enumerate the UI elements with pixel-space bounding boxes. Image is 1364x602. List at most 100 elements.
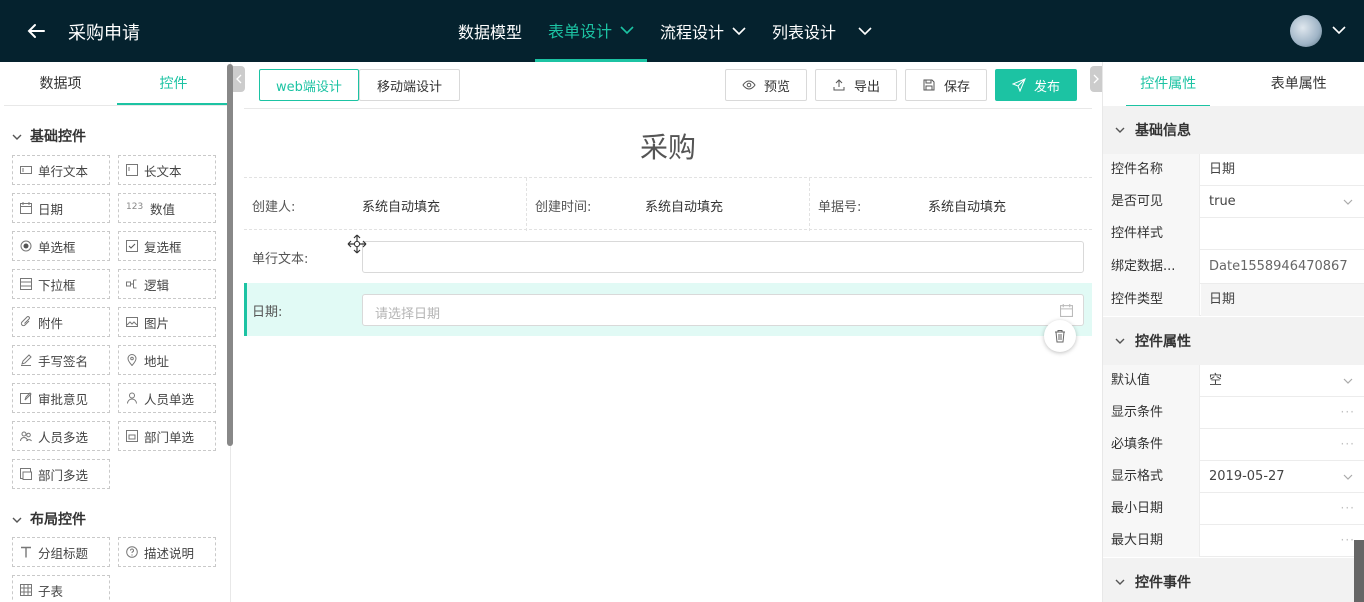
more-icon[interactable]: ··· — [1341, 501, 1355, 515]
default-value-select[interactable]: 空 — [1201, 365, 1364, 397]
control-group-title[interactable]: 分组标题 — [12, 537, 110, 567]
prop-label: 控件类型 — [1103, 284, 1200, 316]
control-radio[interactable]: 单选框 — [12, 231, 110, 261]
control-number[interactable]: 123 数值 — [118, 193, 216, 223]
form-title[interactable]: 采购 — [244, 126, 1092, 166]
control-users-multi[interactable]: 人员多选 — [12, 421, 110, 451]
prop-row-max-date: 最大日期 ··· — [1103, 525, 1364, 557]
control-name-input[interactable]: 日期 — [1201, 154, 1364, 186]
control-user-single[interactable]: 人员单选 — [118, 383, 216, 413]
control-department-single[interactable]: 部门单选 — [118, 421, 216, 451]
field-single-line-text[interactable]: 单行文本: — [244, 230, 1092, 283]
info-value: 系统自动填充 — [362, 200, 441, 215]
system-info-row[interactable]: 创建人: 系统自动填充 创建时间: 系统自动填充 单据号: 系统自动填充 — [244, 177, 1092, 231]
control-subtable[interactable]: 子表 — [12, 575, 110, 602]
publish-label: 发布 — [1033, 79, 1060, 95]
more-icon[interactable]: ··· — [1341, 533, 1355, 547]
collapse-right-handle[interactable] — [1090, 66, 1102, 92]
chevron-down-icon[interactable] — [1332, 25, 1346, 35]
web-design-button[interactable]: web端设计 — [259, 69, 359, 101]
publish-button[interactable]: 发布 — [995, 69, 1077, 101]
trash-icon — [1055, 330, 1065, 343]
department-multi-icon — [20, 468, 32, 480]
tab-controls[interactable]: 控件 — [117, 62, 230, 105]
back-arrow-icon[interactable] — [24, 19, 48, 43]
prop-row-min-date: 最小日期 ··· — [1103, 493, 1364, 525]
control-label: 描述说明 — [144, 545, 195, 561]
nav-form-design[interactable]: 表单设计 — [535, 0, 648, 62]
more-icon[interactable]: ··· — [1341, 437, 1355, 451]
tab-data-items[interactable]: 数据项 — [4, 62, 117, 105]
control-address[interactable]: 地址 — [118, 345, 216, 375]
top-bar: 采购申请 数据模型 表单设计 流程设计 列表设计 — [0, 0, 1364, 62]
control-department-multi[interactable]: 部门多选 — [12, 459, 110, 489]
control-date[interactable]: 日期 — [12, 193, 110, 223]
chevron-down-icon — [1343, 378, 1353, 384]
control-style-input[interactable] — [1201, 218, 1364, 250]
nav-list-design[interactable]: 列表设计 — [759, 0, 885, 62]
display-condition-value[interactable] — [1201, 397, 1364, 429]
section-title: 控件属性 — [1135, 334, 1191, 350]
basic-info-header[interactable]: 基础信息 — [1103, 106, 1364, 154]
field-date-selected[interactable]: 日期: 请选择日期 — [244, 283, 1092, 336]
info-value: 系统自动填充 — [928, 200, 1007, 215]
control-events-header[interactable]: 控件事件 — [1103, 558, 1364, 602]
users-multi-icon — [20, 431, 32, 442]
prop-row-bind-data: 绑定数据... Date1558946470867 — [1103, 250, 1364, 284]
chevron-down-icon — [858, 27, 872, 36]
section-title: 布局控件 — [30, 512, 86, 528]
delete-field-button[interactable] — [1044, 320, 1076, 352]
control-approval-comment[interactable]: 审批意见 — [12, 383, 110, 413]
save-button[interactable]: 保存 — [905, 69, 987, 101]
basic-controls-header[interactable]: 基础控件 — [12, 126, 86, 146]
preview-button[interactable]: 预览 — [725, 69, 807, 101]
control-long-text[interactable]: 长文本 — [118, 155, 216, 185]
control-label: 下拉框 — [38, 277, 76, 293]
control-type-value: 日期 — [1201, 284, 1364, 316]
send-icon — [1011, 78, 1026, 92]
export-button[interactable]: 导出 — [815, 69, 897, 101]
control-checkbox[interactable]: 复选框 — [118, 231, 216, 261]
single-line-text-input[interactable] — [362, 241, 1084, 273]
control-label: 手写签名 — [38, 353, 89, 369]
nav-data-model[interactable]: 数据模型 — [445, 0, 535, 62]
nav-process-design[interactable]: 流程设计 — [647, 0, 759, 62]
tab-control-properties[interactable]: 控件属性 — [1103, 62, 1234, 107]
section-title: 基础控件 — [30, 129, 86, 145]
chevron-down-icon — [732, 27, 746, 36]
control-description[interactable]: 描述说明 — [118, 537, 216, 567]
info-value: 系统自动填充 — [645, 200, 724, 215]
control-label: 部门单选 — [144, 429, 195, 445]
control-logic[interactable]: 逻辑 — [118, 269, 216, 299]
required-condition-value[interactable] — [1201, 429, 1364, 461]
date-picker-input[interactable]: 请选择日期 — [362, 294, 1084, 326]
bind-data-value[interactable]: Date1558946470867 — [1201, 250, 1364, 284]
control-single-line-text[interactable]: 单行文本 — [12, 155, 110, 185]
visible-select[interactable]: true — [1201, 186, 1364, 218]
tab-form-properties[interactable]: 表单属性 — [1234, 62, 1364, 106]
control-label: 数值 — [150, 201, 176, 217]
control-properties-header[interactable]: 控件属性 — [1103, 317, 1364, 365]
calendar-icon[interactable] — [1060, 304, 1073, 317]
layout-controls-header[interactable]: 布局控件 — [12, 509, 86, 529]
preview-label: 预览 — [763, 79, 790, 95]
max-date-value[interactable] — [1201, 525, 1364, 557]
min-date-value[interactable] — [1201, 493, 1364, 525]
attachment-icon — [20, 316, 30, 327]
control-attachment[interactable]: 附件 — [12, 307, 110, 337]
more-icon[interactable]: ··· — [1341, 405, 1355, 419]
control-signature[interactable]: 手写签名 — [12, 345, 110, 375]
prop-label: 必填条件 — [1103, 429, 1200, 461]
save-icon — [923, 79, 935, 91]
left-scrollbar[interactable] — [227, 64, 233, 446]
avatar[interactable] — [1290, 15, 1322, 47]
control-image[interactable]: 图片 — [118, 307, 216, 337]
display-format-select[interactable]: 2019-05-27 — [1201, 461, 1364, 493]
app-title: 采购申请 — [68, 23, 140, 44]
control-dropdown[interactable]: 下拉框 — [12, 269, 110, 299]
control-label: 人员单选 — [144, 391, 195, 407]
right-scrollbar[interactable] — [1354, 540, 1364, 602]
mobile-design-button[interactable]: 移动端设计 — [359, 69, 460, 101]
chevron-down-icon — [1115, 127, 1125, 133]
control-label: 人员多选 — [38, 429, 89, 445]
